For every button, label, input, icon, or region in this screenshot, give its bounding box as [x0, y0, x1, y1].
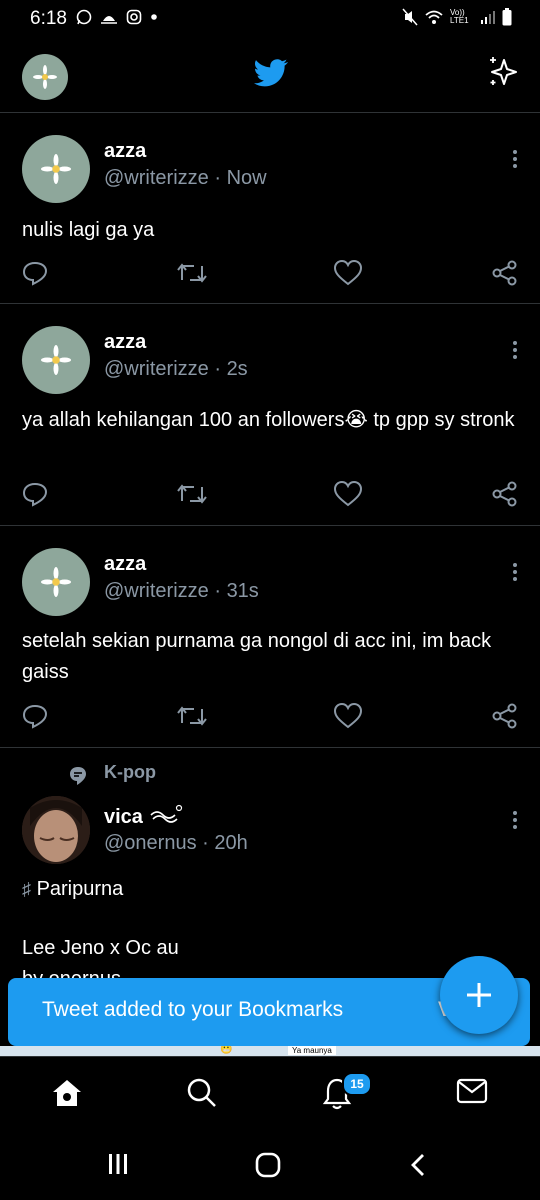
twitter-bird-icon[interactable] [254, 58, 288, 88]
author-avatar[interactable] [22, 135, 90, 203]
retweet-icon[interactable] [176, 703, 208, 729]
tweet-line: ♯ Paripurna [22, 878, 124, 900]
meta-separator: · [214, 167, 221, 189]
tweet-actions [0, 481, 540, 511]
hashtag-symbol-icon: ♯ [22, 879, 31, 899]
author-name[interactable]: azza [104, 553, 146, 576]
tweet-card[interactable]: azza @writerizze · 2s ya allah kehilanga… [0, 304, 540, 526]
tweet-actions [0, 260, 540, 290]
author-handle[interactable]: @onernus [104, 832, 197, 854]
retweet-icon[interactable] [176, 260, 208, 286]
tweet-time: Now [226, 167, 267, 189]
topic-label[interactable]: K-pop [104, 762, 156, 783]
status-bar: 6:18 Vo)) LTE1 [0, 0, 540, 36]
sparkle-icon[interactable] [486, 54, 522, 90]
author-meta: @writerizze · 2s [104, 358, 248, 381]
wave-emoji-icon [149, 804, 182, 823]
author-name[interactable]: azza [104, 140, 146, 163]
meta-separator: · [214, 580, 221, 602]
notifications-badge: 15 [342, 1072, 372, 1096]
tweet-text: setelah sekian purnama ga nongol di acc … [22, 630, 492, 683]
image-preview-strip: 😬 Ya maunya [0, 1044, 540, 1056]
share-icon[interactable] [492, 481, 518, 507]
daisy-icon [41, 345, 71, 375]
author-name-row: vica [104, 803, 183, 829]
system-navigation-bar [0, 1130, 540, 1200]
like-icon[interactable] [334, 481, 362, 507]
reply-icon[interactable] [22, 260, 48, 286]
more-options-icon[interactable] [512, 810, 518, 830]
author-meta: @writerizze · Now [104, 167, 267, 190]
like-icon[interactable] [334, 703, 362, 729]
bottom-nav [0, 1056, 540, 1131]
author-name[interactable]: azza [104, 331, 146, 354]
author-avatar[interactable] [22, 796, 90, 864]
daisy-icon [41, 567, 71, 597]
tweet-card[interactable]: azza @writerizze · 31s setelah sekian pu… [0, 526, 540, 748]
back-icon[interactable] [408, 1152, 428, 1178]
tweet-card[interactable]: K-pop vica @onernus · 20h ♯ Paripurna Le… [0, 748, 540, 988]
share-icon[interactable] [492, 260, 518, 286]
messages-icon[interactable] [456, 1077, 488, 1105]
tweet-card[interactable]: azza @writerizze · Now nulis lagi ga ya [0, 113, 540, 304]
whatsapp-icon [76, 9, 92, 25]
more-options-icon[interactable] [512, 149, 518, 169]
compose-tweet-button[interactable] [440, 956, 518, 1034]
top-app-bar [0, 36, 540, 113]
like-icon[interactable] [334, 260, 362, 286]
notification-dot-icon [151, 14, 157, 20]
meta-separator: · [214, 358, 221, 380]
toast-message: Tweet added to your Bookmarks [42, 998, 344, 1021]
profile-avatar-button[interactable] [22, 54, 68, 100]
battery-icon [502, 8, 512, 26]
tweet-line: Lee Jeno x Oc au [22, 937, 179, 959]
reply-icon[interactable] [22, 481, 48, 507]
network-type: Vo)) LTE1 [450, 8, 469, 25]
meta-separator: · [202, 832, 209, 854]
daisy-icon [33, 65, 57, 89]
tweet-actions [0, 703, 540, 733]
tweet-time: 2s [226, 358, 248, 380]
author-avatar[interactable] [22, 326, 90, 394]
face-photo [22, 796, 90, 864]
topic-icon [70, 767, 86, 785]
home-icon[interactable] [50, 1077, 84, 1109]
reply-icon[interactable] [22, 703, 48, 729]
search-icon[interactable] [186, 1077, 218, 1109]
tweet-time: 31s [226, 580, 259, 602]
author-meta: @onernus · 20h [104, 832, 248, 855]
plus-icon [467, 983, 491, 1007]
author-handle[interactable]: @writerizze [104, 580, 209, 602]
mute-icon [402, 8, 418, 26]
author-meta: @writerizze · 31s [104, 580, 259, 603]
recents-icon[interactable] [106, 1152, 130, 1176]
caption-chip: Ya maunya [288, 1046, 336, 1055]
daisy-icon [41, 154, 71, 184]
home-button-icon[interactable] [254, 1152, 282, 1178]
retweet-icon[interactable] [176, 481, 208, 507]
weather-icon [101, 16, 117, 24]
wifi-icon [425, 10, 443, 24]
tweet-text: nulis lagi ga ya [22, 219, 155, 241]
share-icon[interactable] [492, 703, 518, 729]
more-options-icon[interactable] [512, 562, 518, 582]
author-handle[interactable]: @writerizze [104, 167, 209, 189]
tweet-text: ya allah kehilangan 100 an followers😭 tp… [22, 409, 515, 431]
signal-icon [481, 11, 495, 24]
instagram-icon [126, 9, 142, 25]
author-handle[interactable]: @writerizze [104, 358, 209, 380]
author-avatar[interactable] [22, 548, 90, 616]
author-name[interactable]: vica [104, 806, 143, 828]
tweet-time: 20h [214, 832, 248, 854]
tweet-text: ♯ Paripurna Lee Jeno x Oc au by onernus [22, 874, 516, 988]
status-time: 6:18 [30, 8, 67, 29]
more-options-icon[interactable] [512, 340, 518, 360]
